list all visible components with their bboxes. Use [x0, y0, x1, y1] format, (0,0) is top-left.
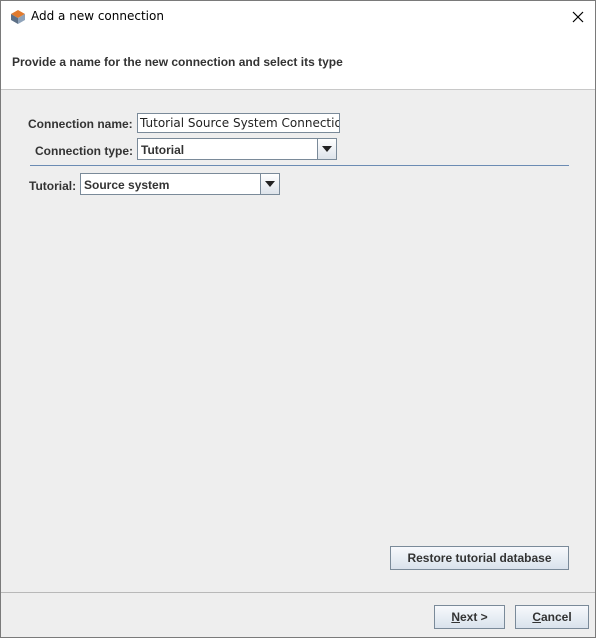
- tutorial-dropdown-button[interactable]: [260, 174, 279, 194]
- dialog-header: Provide a name for the new connection an…: [1, 32, 595, 90]
- separator-line: [30, 165, 569, 166]
- connection-type-label: Connection type:: [35, 144, 133, 158]
- connection-name-input[interactable]: Tutorial Source System Connection: [137, 113, 340, 133]
- close-icon: [572, 11, 584, 22]
- next-mnemonic: N: [451, 610, 460, 624]
- next-button[interactable]: Next >: [434, 605, 505, 629]
- tutorial-label: Tutorial:: [29, 179, 77, 193]
- window-title: Add a new connection: [31, 9, 164, 23]
- title-bar[interactable]: Add a new connection: [1, 1, 595, 32]
- header-instruction: Provide a name for the new connection an…: [12, 55, 343, 69]
- close-button[interactable]: [561, 1, 595, 32]
- connection-type-select[interactable]: Tutorial: [137, 138, 337, 160]
- dialog-window: Add a new connection Provide a name for …: [0, 0, 596, 638]
- restore-tutorial-database-button[interactable]: Restore tutorial database: [390, 546, 569, 570]
- connection-type-value: Tutorial: [141, 143, 185, 157]
- footer-separator: [1, 592, 595, 593]
- next-label: ext >: [459, 610, 488, 624]
- tutorial-value: Source system: [84, 178, 170, 192]
- connection-type-dropdown-button[interactable]: [317, 139, 336, 159]
- cancel-label: ancel: [540, 610, 572, 624]
- tutorial-select[interactable]: Source system: [80, 173, 280, 195]
- chevron-down-icon: [322, 146, 332, 152]
- cancel-mnemonic: C: [532, 610, 541, 624]
- cancel-button[interactable]: Cancel: [515, 605, 589, 629]
- connection-name-label: Connection name:: [28, 117, 133, 131]
- app-icon: [11, 10, 25, 24]
- chevron-down-icon: [265, 181, 275, 187]
